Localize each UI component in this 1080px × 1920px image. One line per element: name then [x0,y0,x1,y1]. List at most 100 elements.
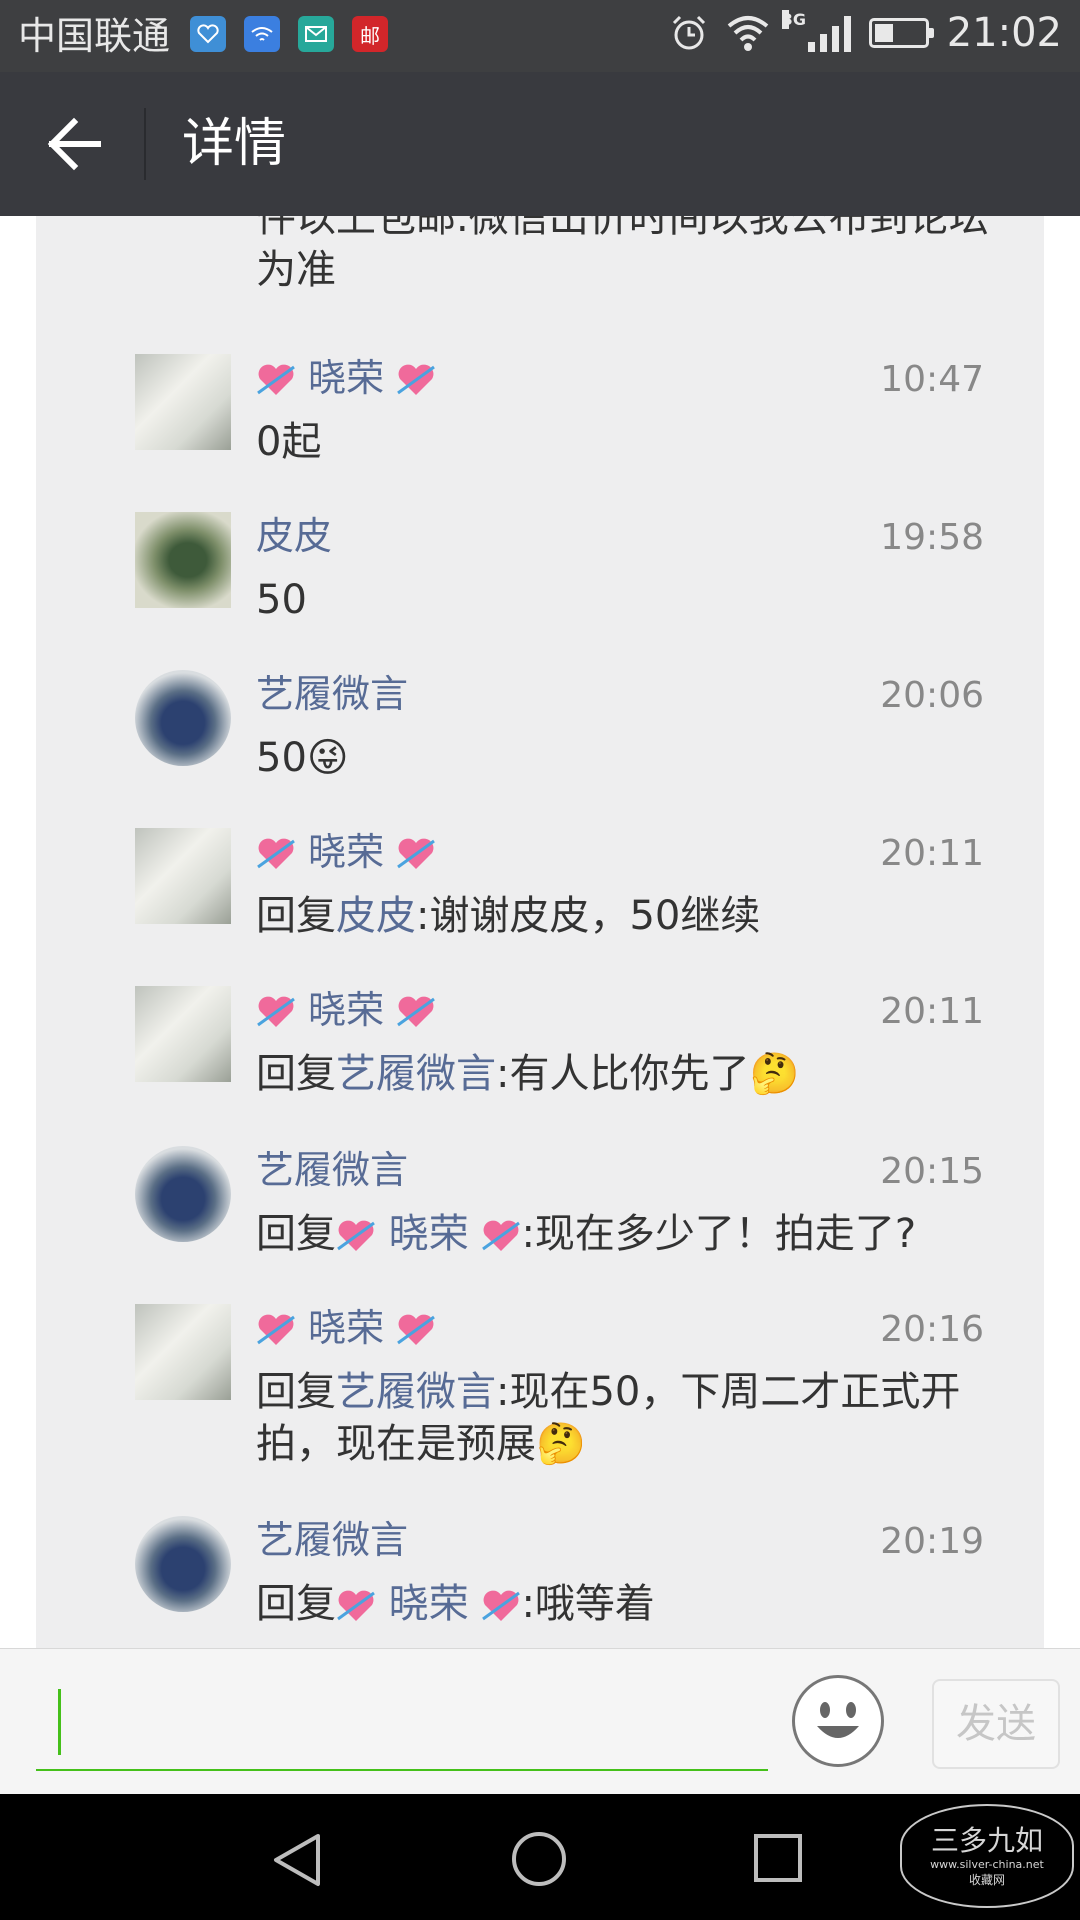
comment-input-bar: 发送 [0,1648,1080,1795]
nav-home-icon[interactable] [512,1832,566,1886]
reply-prefix: 回复 [256,1051,336,1097]
comment-author[interactable]: 晓荣 [256,354,436,402]
comment-author[interactable]: 皮皮 [256,512,332,560]
avatar[interactable] [135,670,231,766]
avatar[interactable] [135,986,231,1082]
comment-author[interactable]: 艺履微言 [256,670,408,718]
comment-body: :谢谢皮皮，50继续 [416,893,761,939]
reply-prefix: 回复 [256,1581,336,1627]
avatar[interactable] [135,1304,231,1400]
send-button[interactable]: 发送 [932,1679,1060,1769]
comment-time: 20:11 [880,833,984,874]
comment-body: :有人比你先了 [496,1051,750,1097]
comment-author[interactable]: 晓荣 [256,986,436,1034]
heart-arrow-icon [482,1220,521,1251]
comment-time: 20:19 [880,1521,984,1562]
avatar[interactable] [135,1516,231,1612]
thinking-emoji: 🤔 [536,1421,586,1467]
carrier-label: 中国联通 [18,14,171,58]
comment-author-name: 艺履微言 [256,672,409,716]
reply-target-link[interactable]: 晓荣 [336,1211,521,1257]
nav-recents-icon[interactable] [754,1834,802,1882]
reply-target-name: 晓荣 [388,1211,469,1257]
heart-arrow-icon [257,996,295,1027]
emoji-button[interactable] [792,1675,884,1767]
heart-arrow-icon [397,838,436,869]
wifi-signal-icon [727,16,769,51]
cellular-signal-icon: 3G [781,10,851,52]
reply-target-link[interactable]: 艺履微言 [336,1369,496,1415]
comment-time: 20:16 [880,1309,984,1350]
comment-text: 回复 晓荣 :哦等着 [256,1578,996,1630]
comment-time: 19:58 [880,517,984,558]
back-arrow-icon[interactable] [44,112,104,176]
reply-prefix: 回复 [256,1211,336,1257]
reply-target-name: 晓荣 [388,1581,469,1627]
comment-author[interactable]: 晓荣 [256,1304,436,1352]
avatar[interactable] [135,354,231,450]
title-divider [144,108,146,180]
heart-arrow-icon [397,996,436,1027]
page-title: 详情 [182,114,287,174]
comment-author[interactable]: 晓荣 [256,828,436,876]
battery-icon [868,18,934,48]
comment-author-name: 晓荣 [308,830,385,874]
avatar[interactable] [135,512,231,608]
comment-author[interactable]: 艺履微言 [256,1516,408,1564]
comment-author[interactable]: 艺履微言 [256,1146,408,1194]
clock-time: 21:02 [946,10,1062,56]
heart-arrow-icon [397,1314,436,1345]
comment-author-name: 晓荣 [308,356,385,400]
comment-text: 回复皮皮:谢谢皮皮，50继续 [256,890,996,942]
thinking-emoji: 🤔 [749,1051,800,1097]
watermark-main: 三多九如 [930,1824,1043,1857]
reply-target-link[interactable]: 艺履微言 [336,1051,496,1097]
comment-author-name: 晓荣 [308,988,385,1032]
watermark-logo: 三多九如 www.silver-china.net 收藏网 [900,1804,1074,1908]
notification-icons: 邮 [190,16,388,52]
status-indicators: 3G 21:02 [670,10,1062,56]
comment-input-field[interactable] [36,1769,768,1771]
post-icon: 邮 [352,16,388,52]
heart-arrow-icon [337,1590,375,1621]
reply-prefix: 回复 [256,893,336,939]
heart-arrow-icon [397,364,436,395]
comment-text: 回复艺履微言:有人比你先了🤔 [256,1048,996,1100]
health-icon [190,16,226,52]
comment-time: 20:06 [880,675,984,716]
comment-text: 0起 [256,416,996,468]
reply-target-link[interactable]: 晓荣 [336,1581,521,1627]
comment-author-name: 艺履微言 [256,1148,409,1192]
reply-target-link[interactable]: 皮皮 [336,893,416,939]
comment-author-name: 艺履微言 [256,1518,409,1562]
heart-arrow-icon [482,1590,521,1621]
watermark-sub: 收藏网 [968,1873,1005,1887]
watermark-url: www.silver-china.net [930,1858,1044,1871]
network-type-label: 3G [781,10,806,29]
title-bar: 详情 [0,72,1080,216]
comment-time: 20:15 [880,1151,984,1192]
post-text-tail: 件以上包邮.微信出价时间以我公布到论坛为准 [256,216,989,293]
comment-body: 50 [256,577,307,623]
comment-author-name: 晓荣 [308,1306,385,1350]
comment-time: 10:47 [880,359,984,400]
nav-back-icon[interactable] [270,1832,326,1888]
comment-body: :哦等着 [521,1581,655,1627]
wink-tongue-emoji: 😜 [306,735,349,781]
comment-text: 回复艺履微言:现在50，下周二才正式开拍，现在是预展🤔 [256,1366,996,1470]
status-bar: 中国联通 邮 3G 21:02 [0,0,1080,72]
avatar[interactable] [135,1146,231,1242]
avatar[interactable] [135,828,231,924]
comment-time: 20:11 [880,991,984,1032]
comment-list-area[interactable]: 件以上包邮.微信出价时间以我公布到论坛为准 晓荣 10:47 0起 皮皮 19:… [0,216,1080,1648]
mail-icon [298,16,334,52]
comment-text: 回复 晓荣 :现在多少了！拍走了? [256,1208,996,1260]
heart-arrow-icon [257,364,295,395]
comment-author-name: 皮皮 [256,514,333,558]
reply-prefix: 回复 [256,1369,336,1415]
heart-arrow-icon [257,838,295,869]
comment-body: 0起 [256,419,322,465]
alarm-clock-icon [672,15,705,50]
smiley-icon [817,1702,859,1738]
wifi-app-icon [244,16,280,52]
